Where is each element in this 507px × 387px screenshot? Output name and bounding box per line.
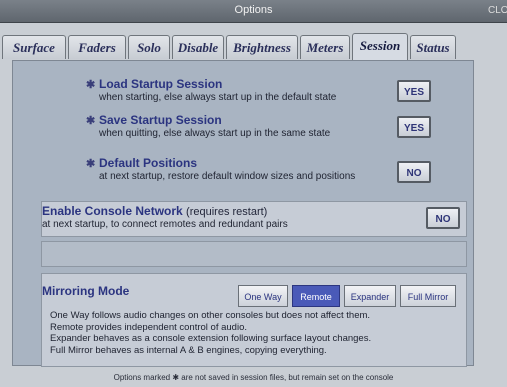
network-status-area — [41, 241, 467, 267]
session-panel: ✱ Load Startup Session when starting, el… — [12, 60, 474, 367]
non-saved-marker-icon: ✱ — [86, 158, 96, 170]
save-startup-toggle[interactable]: YES — [397, 116, 431, 138]
mirroring-box: Mirroring Mode One Way Remote Expander F… — [41, 273, 467, 367]
mode-full-mirror-button[interactable]: Full Mirror — [400, 285, 456, 307]
tab-meters[interactable]: Meters — [300, 35, 350, 59]
tab-brightness[interactable]: Brightness — [226, 35, 298, 59]
non-saved-marker-icon: ✱ — [86, 115, 96, 127]
tab-surface[interactable]: Surface — [2, 35, 66, 59]
load-startup-desc: when starting, else always start up in t… — [99, 92, 337, 103]
default-positions-title: Default Positions — [99, 156, 198, 170]
tab-solo[interactable]: Solo — [128, 35, 170, 59]
tab-status[interactable]: Status — [410, 35, 456, 59]
default-positions-desc: at next startup, restore default window … — [99, 171, 356, 182]
save-startup-desc: when quitting, else always start up in t… — [99, 128, 331, 139]
footer-note: Options marked ✱ are not saved in sessio… — [113, 373, 394, 382]
mirroring-desc-line: Expander behaves as a console extension … — [50, 333, 372, 344]
save-startup-title: Save Startup Session — [99, 113, 222, 127]
load-startup-toggle[interactable]: YES — [397, 80, 431, 102]
mode-remote-button[interactable]: Remote — [292, 285, 340, 307]
mirroring-description: One Way follows audio changes on other c… — [50, 310, 462, 356]
window-title: Options — [234, 4, 273, 16]
tab-disable[interactable]: Disable — [172, 35, 224, 59]
console-network-toggle[interactable]: NO — [426, 207, 460, 229]
default-positions-toggle[interactable]: NO — [397, 161, 431, 183]
mirroring-desc-line: One Way follows audio changes on other c… — [50, 310, 371, 321]
tab-bar: Surface Faders Solo Disable Brightness M… — [0, 33, 507, 60]
load-startup-title: Load Startup Session — [99, 77, 223, 91]
mirroring-title: Mirroring Mode — [42, 284, 130, 298]
console-network-box: Enable Console Network (requires restart… — [41, 201, 467, 237]
console-network-note: (requires restart) — [186, 206, 268, 218]
console-network-desc: at next startup, to connect remotes and … — [42, 219, 288, 230]
mirroring-desc-line: Remote provides independent control of a… — [50, 321, 247, 333]
tab-faders[interactable]: Faders — [68, 35, 126, 59]
mode-expander-button[interactable]: Expander — [344, 285, 396, 307]
console-network-title: Enable Console Network — [42, 204, 183, 218]
tab-session[interactable]: Session — [352, 33, 408, 60]
close-button[interactable]: CLOSE — [485, 3, 507, 18]
title-bar: Options CLOSE — [0, 0, 507, 23]
mode-one-way-button[interactable]: One Way — [238, 285, 288, 307]
non-saved-marker-icon: ✱ — [86, 79, 96, 91]
mirroring-desc-line: Full Mirror behaves as internal A & B en… — [50, 344, 327, 356]
